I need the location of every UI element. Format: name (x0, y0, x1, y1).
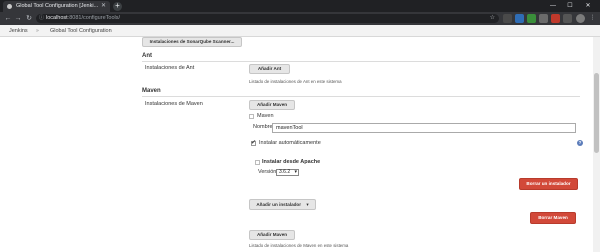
maximize-icon[interactable]: ☐ (563, 0, 577, 12)
extension-icon[interactable] (515, 14, 524, 23)
reload-icon[interactable]: ↻ (24, 12, 34, 25)
browser-tab-strip: Global Tool Configuration [Jenki... ✕ + … (0, 0, 600, 12)
back-icon[interactable]: ← (3, 12, 13, 25)
add-ant-button[interactable]: Añadir Ant (249, 64, 290, 74)
ant-section-title: Ant (142, 53, 152, 59)
extension-icon[interactable] (539, 14, 548, 23)
new-tab-button[interactable]: + (113, 2, 122, 11)
maven-section-title: Maven (142, 88, 161, 94)
browser-tab[interactable]: Global Tool Configuration [Jenki... ✕ (3, 1, 110, 12)
breadcrumb-separator: » (36, 28, 39, 34)
chevron-down-icon: ▾ (306, 202, 309, 207)
close-window-icon[interactable]: ✕ (581, 0, 595, 12)
divider (142, 96, 580, 97)
auto-install-checkbox[interactable] (251, 139, 256, 146)
delete-maven-button[interactable]: Borrar Maven (530, 212, 576, 224)
tab-close-icon[interactable]: ✕ (101, 1, 106, 12)
extension-icon[interactable] (551, 14, 560, 23)
add-installer-button[interactable]: Añadir un instalador ▾ (249, 199, 316, 210)
sonarqube-scanner-installations-button[interactable]: Instalaciones de SonarQube Scanner... (142, 37, 242, 47)
forward-icon[interactable]: → (13, 12, 23, 25)
maven-version-value: 3.6.2 (279, 169, 291, 175)
maven-installations-label: Instalaciones de Maven (145, 101, 203, 107)
auto-install-label: Instalar automáticamente (259, 140, 321, 146)
minimize-icon[interactable]: — (546, 0, 560, 12)
breadcrumb: Jenkins » Global Tool Configuration (0, 25, 600, 37)
add-maven-bottom-button[interactable]: Añadir Maven (249, 230, 295, 240)
extension-icon[interactable] (527, 14, 536, 23)
browser-toolbar: ← → ↻ ⓘ localhost:8081/configureTools/ ☆… (0, 12, 600, 25)
maven-group-label: Maven (257, 113, 274, 119)
breadcrumb-global-tool-configuration[interactable]: Global Tool Configuration (50, 25, 112, 37)
scrollbar-thumb[interactable] (594, 73, 599, 153)
version-label: Versión (258, 169, 277, 175)
maven-name-input[interactable]: mavenTool (272, 123, 576, 133)
extension-icon[interactable] (563, 14, 572, 23)
scrollbar[interactable] (593, 37, 600, 252)
chevron-down-icon: ▾ (294, 169, 297, 175)
maven-description: Listado de instalaciones de Maven en est… (249, 243, 349, 248)
help-icon[interactable]: ? (577, 140, 583, 146)
name-label: Nombre (253, 124, 273, 130)
extension-icon[interactable] (503, 14, 512, 23)
bookmark-star-icon[interactable]: ☆ (490, 14, 495, 23)
url-host: localhost (46, 15, 68, 21)
jenkins-favicon-icon (7, 4, 12, 9)
main-content: Instalaciones de SonarQube Scanner... An… (0, 37, 593, 252)
tab-title: Global Tool Configuration [Jenki... (16, 3, 99, 9)
ant-description: Listado de instalaciones de Ant en este … (249, 79, 342, 84)
menu-icon[interactable]: ⋮ (588, 14, 597, 23)
delete-installer-button[interactable]: Borrar un instalador (519, 178, 578, 190)
maven-version-select[interactable]: 3.6.2 ▾ (276, 169, 299, 176)
install-from-apache-label: Instalar desde Apache (262, 159, 321, 165)
ant-installations-label: Instalaciones de Ant (145, 65, 195, 71)
site-info-icon[interactable]: ⓘ (39, 14, 44, 23)
divider (142, 61, 580, 62)
address-bar[interactable]: ⓘ localhost:8081/configureTools/ ☆ (36, 14, 499, 23)
profile-avatar[interactable] (576, 14, 585, 23)
add-installer-label: Añadir un instalador (256, 202, 302, 207)
breadcrumb-jenkins[interactable]: Jenkins (9, 25, 28, 37)
install-from-apache-box (255, 160, 260, 165)
maven-group-box (249, 114, 254, 119)
url-path: :8081/configureTools/ (67, 15, 121, 21)
add-maven-button[interactable]: Añadir Maven (249, 100, 295, 110)
